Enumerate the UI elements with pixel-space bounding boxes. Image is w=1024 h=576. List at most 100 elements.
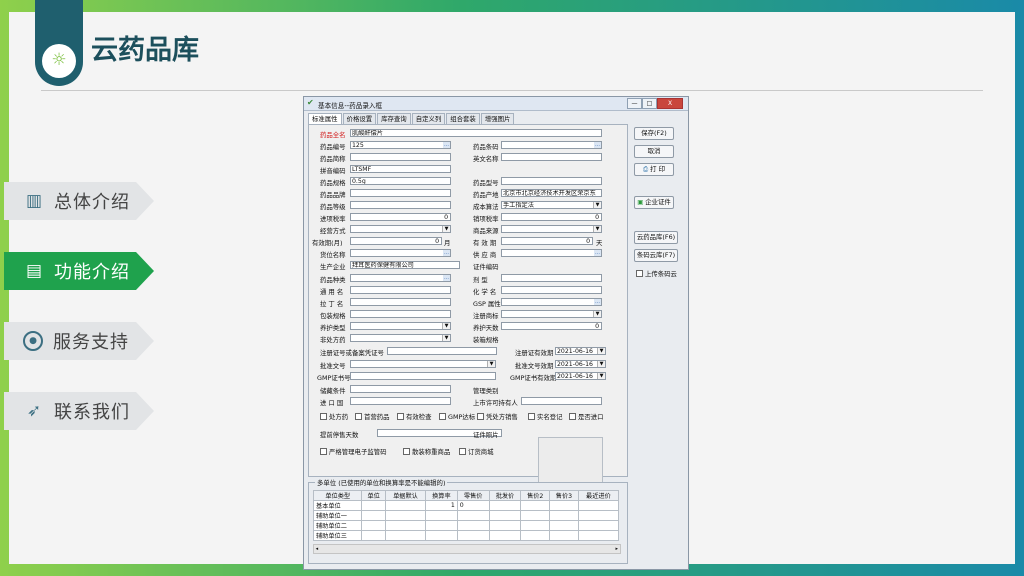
brand-field[interactable] [350,189,451,197]
import-country-field[interactable] [350,397,451,405]
tab-stock[interactable]: 库存查询 [377,113,411,124]
cell[interactable] [456,510,490,521]
model-field[interactable] [501,177,602,185]
chevron-down-icon[interactable]: ▼ [597,373,605,379]
cell-retail[interactable]: 0 [456,500,490,511]
cell[interactable] [520,500,551,511]
cell[interactable] [577,510,620,521]
cell[interactable] [456,530,490,541]
cell[interactable] [425,530,458,541]
storage-field[interactable] [350,385,451,393]
gsp-attr-field[interactable]: … [501,298,602,306]
table-row[interactable]: 辅助单位二 [312,520,620,531]
lookup-icon[interactable]: … [443,275,450,281]
cert-photo-box[interactable] [538,437,603,483]
table-row[interactable]: 辅助单位一 [312,510,620,521]
cell[interactable] [361,520,386,531]
grade-field[interactable] [350,201,451,209]
cancel-button[interactable]: 取消 [634,145,674,158]
checkbox-import[interactable]: 是否进口 [569,412,604,421]
input-tax-field[interactable]: 0 [350,213,451,221]
cell[interactable] [520,530,551,541]
source-select[interactable]: ▼ [501,225,602,233]
generic-name-field[interactable] [350,286,451,294]
cell[interactable] [549,500,579,511]
lookup-icon[interactable]: … [594,250,601,256]
cell[interactable] [577,530,620,541]
trademark-select[interactable]: ▼ [501,310,602,318]
minimize-button[interactable]: — [627,98,642,109]
lookup-icon[interactable]: … [443,142,450,148]
valid-period-field[interactable]: 0 [350,237,442,245]
cloud-drug-lib-button[interactable]: 云药品库(F6) [634,231,678,244]
gmp-no-field[interactable] [350,372,496,380]
cell[interactable] [425,520,458,531]
gmp-valid-date[interactable]: 2021-06-16 ▼ [555,372,606,380]
nav-item-features[interactable]: ▤ 功能介绍 [4,252,154,290]
cell[interactable] [488,510,522,521]
chem-name-field[interactable] [501,286,602,294]
output-tax-field[interactable]: 0 [501,213,602,221]
spec-field[interactable]: 0.5g [350,177,451,185]
company-cert-button[interactable]: ▣ 企业证件 [634,196,674,209]
supplier-field[interactable]: … [501,249,602,257]
care-days-field[interactable]: 0 [501,322,602,330]
checkbox-realname[interactable]: 实名登记 [528,412,563,421]
category-field[interactable]: … [350,274,451,282]
checkbox-order-mall[interactable]: 订货商城 [459,447,494,456]
cell[interactable] [520,520,551,531]
barcode-cloud-button[interactable]: 条码云库(F7) [634,249,678,262]
business-mode-select[interactable]: ▼ [350,225,451,233]
cell[interactable] [361,500,386,511]
units-table[interactable]: 单位类型 单位 单据默认 换算率 零售价 批发价 售价2 售价3 最近进价 基本… [312,490,620,541]
tab-standard[interactable]: 标准属性 [308,113,342,124]
cell[interactable] [577,520,620,531]
cell[interactable] [577,500,620,511]
chevron-down-icon[interactable]: ▼ [597,361,605,367]
table-row[interactable]: 基本单位 1 0 [312,500,620,511]
nav-item-overview[interactable]: ▥ 总体介绍 [4,182,154,220]
reg-cert-field[interactable] [387,347,497,355]
tab-price[interactable]: 价格设置 [342,113,377,124]
checkbox-first-drug[interactable]: 首营药品 [355,412,390,421]
latin-name-field[interactable] [350,298,451,306]
cell[interactable] [520,510,551,521]
approval-no-select[interactable]: ▼ [350,360,496,368]
cell[interactable] [549,520,579,531]
cell[interactable] [456,520,490,531]
valid-days-field[interactable]: 0 [501,237,593,245]
drug-code-field[interactable]: 125… [350,141,451,149]
chevron-down-icon[interactable]: ▼ [487,361,495,367]
chevron-down-icon[interactable]: ▼ [442,335,450,341]
save-button[interactable]: 保存(F2) [634,127,674,140]
manufacturer-field[interactable]: 拜耳医药保健有限公司 [350,261,460,269]
cell[interactable] [488,520,522,531]
cell[interactable] [549,510,579,521]
close-button[interactable]: X [657,98,683,109]
checkbox-rx[interactable]: 处方药 [320,412,348,421]
nav-item-support[interactable]: ● 服务支持 [4,322,154,360]
mah-field[interactable] [521,397,602,405]
drug-fullname-field[interactable]: 肌酸酐偿片 [350,129,602,137]
table-row[interactable]: 辅助单位三 [312,530,620,541]
lookup-icon[interactable]: … [443,250,450,256]
checkbox-supervision-code[interactable]: 严格管理电子监管码 [320,447,387,456]
cell[interactable] [361,510,386,521]
origin-field[interactable]: 北京市北京经济技术开发区荣京东 [501,189,602,197]
tab-bundle[interactable]: 组合套装 [446,113,480,124]
cell[interactable] [425,510,458,521]
maximize-button[interactable]: □ [642,98,657,109]
checkbox-bulk-weight[interactable]: 散装称重商品 [403,447,450,456]
chevron-down-icon[interactable]: ▼ [593,202,601,208]
chevron-down-icon[interactable]: ▼ [593,311,601,317]
cell[interactable] [384,510,427,521]
cell[interactable] [488,530,522,541]
cell[interactable] [384,500,427,511]
chevron-down-icon[interactable]: ▼ [597,348,605,354]
reg-valid-date[interactable]: 2021-06-16 ▼ [555,347,606,355]
non-rx-select[interactable]: ▼ [350,334,451,342]
cost-method-select[interactable]: 手工指定法 ▼ [501,201,602,209]
chevron-down-icon[interactable]: ▼ [442,323,450,329]
chevron-down-icon[interactable]: ▼ [442,226,450,232]
cell[interactable] [488,500,522,511]
